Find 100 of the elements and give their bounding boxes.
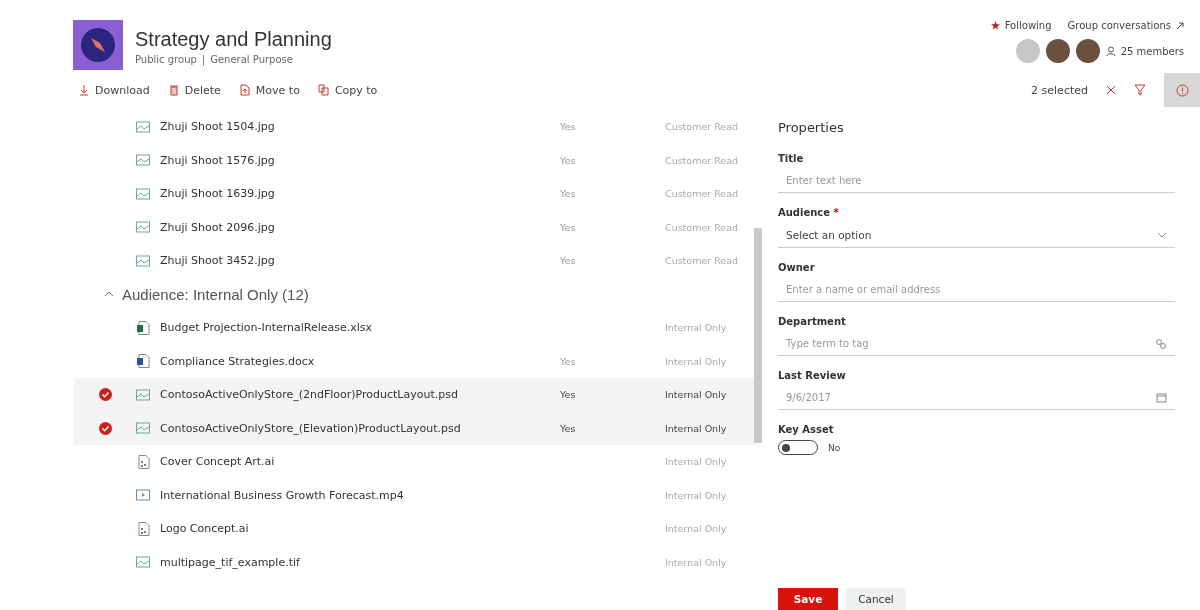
file-row[interactable]: Zhuji Shoot 1576.jpg Yes Customer Read [74, 143, 754, 177]
file-row[interactable]: Zhuji Shoot 3452.jpg Yes Customer Read [74, 244, 754, 278]
collapse-icon[interactable] [104, 291, 114, 298]
field-label: Title [778, 153, 805, 164]
selection-count: 2 selected [1031, 83, 1088, 97]
site-title: Strategy and Planning [135, 28, 332, 51]
table-cell: Customer Read [665, 221, 739, 233]
filter-icon[interactable] [1134, 84, 1146, 96]
image-file-icon [136, 253, 150, 268]
site-logo [73, 20, 123, 70]
member-avatar[interactable] [1045, 39, 1070, 63]
table-cell: Customer Read [665, 255, 739, 267]
table-cell: Yes [560, 422, 576, 434]
member-avatar[interactable] [1075, 39, 1100, 63]
check-icon[interactable] [98, 421, 112, 435]
info-icon [1175, 83, 1189, 97]
image-file-icon [136, 153, 150, 168]
members-link[interactable]: 25 members [1105, 45, 1184, 57]
table-cell: Internal Only [665, 489, 727, 501]
download-icon [78, 84, 90, 96]
download-command[interactable]: Download [78, 83, 150, 97]
delete-command[interactable]: Delete [167, 83, 221, 97]
table-cell: Yes [560, 389, 576, 401]
table-cell: Yes [560, 154, 576, 166]
table-cell: Internal Only [665, 389, 727, 401]
file-row[interactable]: International Business Growth Forecast.mp4 Internal Only [74, 478, 754, 512]
image-file-icon [136, 119, 150, 134]
close-icon[interactable] [1106, 85, 1116, 95]
image-file-icon [136, 555, 150, 570]
image-file-icon [136, 421, 150, 436]
dropdown-field[interactable]: Select an option [778, 223, 1175, 248]
file-name[interactable]: ContosoActiveOnlyStore_(Elevation)ProductLayout.psd [160, 421, 560, 435]
table-cell: Customer Read [665, 121, 739, 133]
file-row[interactable]: ContosoActiveOnlyStore_(Elevation)ProductLayout.psd Yes Internal Only [74, 411, 754, 445]
spreadsheet-file-icon [136, 320, 150, 335]
image-file-icon [136, 220, 150, 235]
table-cell: Internal Only [665, 322, 727, 334]
copy-icon [317, 84, 330, 96]
video-file-icon [136, 488, 150, 503]
group-conversations-link[interactable]: Group conversations [1067, 20, 1184, 31]
graphic-file-icon [136, 454, 150, 469]
group-privacy: Public group [135, 54, 197, 65]
file-row[interactable]: Zhuji Shoot 2096.jpg Yes Customer Read [74, 210, 754, 244]
image-file-icon [136, 186, 150, 201]
file-row[interactable]: Compliance Strategies.docx Yes Internal Only [74, 344, 754, 378]
tags-icon[interactable] [1155, 338, 1167, 350]
check-icon[interactable] [98, 388, 112, 402]
table-cell: Yes [560, 221, 576, 233]
separator: | [201, 54, 206, 65]
group-header: Audience: Internal Only (12) [122, 285, 309, 303]
file-name[interactable]: Zhuji Shoot 1576.jpg [160, 153, 560, 167]
file-name[interactable]: Zhuji Shoot 1504.jpg [160, 120, 560, 134]
cancel-button[interactable]: Cancel [846, 588, 906, 610]
file-row[interactable]: Cover Concept Art.ai Internal Only [74, 445, 754, 479]
move-file-icon [238, 84, 251, 96]
save-button[interactable]: Save [778, 588, 838, 610]
field-label: Audience * [778, 207, 840, 218]
file-row[interactable]: Budget Projection-InternalRelease.xlsx Internal Only [74, 311, 754, 345]
field-label: Department [778, 316, 847, 327]
graphic-file-icon [136, 521, 150, 536]
file-name[interactable]: Zhuji Shoot 3452.jpg [160, 254, 560, 268]
table-cell: Internal Only [665, 456, 727, 468]
external-arrow-icon [1176, 21, 1184, 30]
file-name[interactable]: Zhuji Shoot 1639.jpg [160, 187, 560, 201]
file-name[interactable]: Zhuji Shoot 2096.jpg [160, 220, 560, 234]
table-cell: Yes [560, 188, 576, 200]
field-label: Owner [778, 262, 816, 273]
toggle-switch[interactable] [778, 440, 818, 455]
file-name[interactable]: Logo Concept.ai [160, 522, 560, 536]
table-cell: Customer Read [665, 188, 739, 200]
star-icon [990, 21, 1000, 30]
move-command[interactable]: Move to [238, 83, 300, 97]
document-file-icon [136, 354, 150, 369]
table-cell: Internal Only [665, 556, 727, 568]
table-cell: Customer Read [665, 154, 739, 166]
trash-icon [167, 84, 180, 96]
file-row[interactable]: ContosoActiveOnlyStore_(2ndFloor)ProductLayout.psd Yes Internal Only [74, 378, 754, 412]
file-name[interactable]: ContosoActiveOnlyStore_(2ndFloor)ProductLayout.psd [160, 388, 560, 402]
person-icon [1105, 46, 1116, 56]
copy-command[interactable]: Copy to [317, 83, 378, 97]
table-cell: Yes [560, 255, 576, 267]
file-name[interactable]: Compliance Strategies.docx [160, 354, 560, 368]
file-name[interactable]: multipage_tif_example.tif [160, 555, 560, 569]
site-classification: General Purpose [210, 54, 293, 65]
panel-title: Properties [778, 120, 845, 135]
file-name[interactable]: International Business Growth Forecast.mp4 [160, 488, 560, 502]
field-label: Key Asset [778, 424, 835, 435]
following-link[interactable]: Following [990, 20, 1052, 31]
file-row[interactable]: Zhuji Shoot 1504.jpg Yes Customer Read [74, 110, 754, 144]
table-cell: Internal Only [665, 355, 727, 367]
file-row[interactable]: Logo Concept.ai Internal Only [74, 512, 754, 546]
image-file-icon [136, 387, 150, 402]
required-mark: * [832, 207, 839, 218]
file-row[interactable]: multipage_tif_example.tif Internal Only [74, 545, 754, 579]
chevron-down-icon [1157, 232, 1167, 238]
table-cell: Internal Only [665, 523, 727, 535]
file-row[interactable]: Zhuji Shoot 1639.jpg Yes Customer Read [74, 177, 754, 211]
calendar-icon[interactable] [1156, 392, 1167, 403]
file-name[interactable]: Budget Projection-InternalRelease.xlsx [160, 321, 560, 335]
file-name[interactable]: Cover Concept Art.ai [160, 455, 560, 469]
